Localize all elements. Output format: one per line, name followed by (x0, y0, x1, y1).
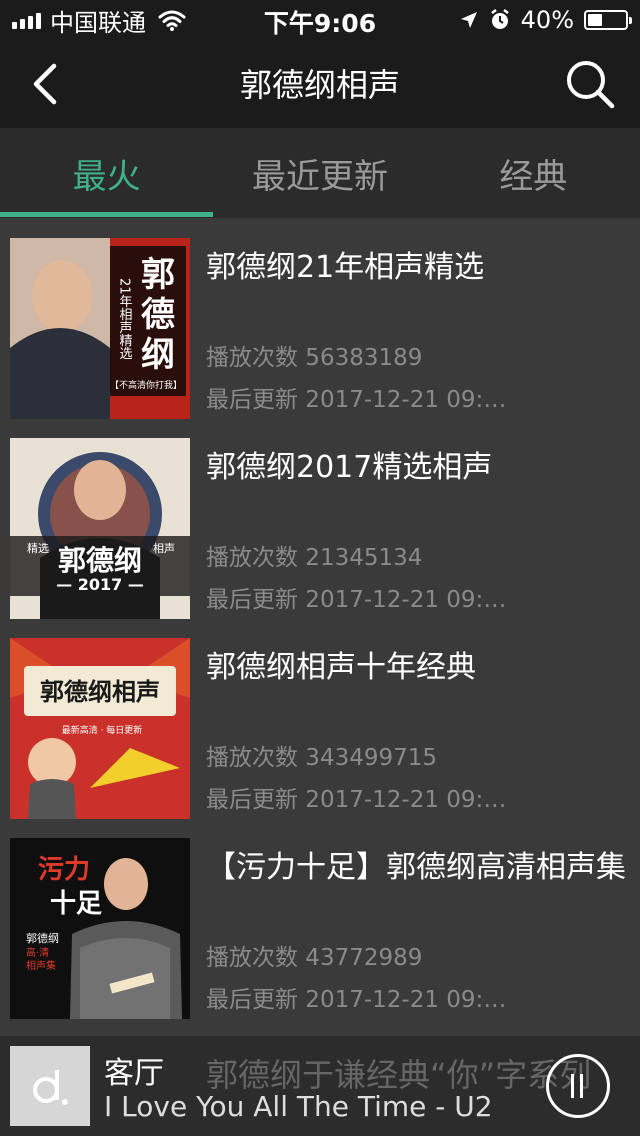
cover-side-left: 精选 (27, 542, 49, 555)
cover-caption: 【不高清你打我】 (110, 379, 182, 391)
status-bar: 中国联通 下午9:06 40% (0, 0, 640, 40)
cover-title-char-2: 德 (141, 295, 175, 335)
album-cover: 郭德纲 — 2017 — 精选 相声 (10, 438, 190, 619)
album-item[interactable]: 郭德纲 — 2017 — 精选 相声 郭德纲2017精选相声 播放次数 2134… (0, 418, 640, 619)
app-logo-icon (33, 1070, 68, 1105)
mini-player[interactable]: 郭德纲于谦经典“你”字系列 客厅 I Love You All The Time… (0, 1036, 640, 1136)
album-last-updated: 最后更新 2017-12-21 09:00:00 (206, 387, 516, 413)
album-title: 【污力十足】郭德纲高清相声集 (206, 850, 626, 885)
cover-subtitle-2: 相声集 (26, 959, 56, 972)
album-play-count: 播放次数 343499715 (206, 745, 438, 771)
location-arrow-icon (460, 12, 477, 28)
album-item[interactable]: 污力 十足 郭德纲 高·清 相声集 【污力十足】郭德纲高清相声集 播放次数 43… (0, 818, 640, 1019)
page-title: 郭德纲相声 (239, 66, 400, 104)
album-cover: 污力 十足 郭德纲 高·清 相声集 (10, 838, 190, 1019)
tab-hottest[interactable]: 最火 (0, 128, 213, 218)
tab-classic[interactable]: 经典 (427, 128, 640, 218)
cover-year: — 2017 — (56, 575, 144, 594)
album-title: 郭德纲21年相声精选 (206, 250, 485, 285)
player-room-label: 客厅 (104, 1056, 164, 1091)
album-last-updated: 最后更新 2017-12-21 09:00:00 (206, 787, 516, 813)
tab-bar: 最火 最近更新 经典 (0, 128, 640, 218)
cover-name: 郭德纲 (26, 931, 59, 945)
status-right: 40% (459, 4, 632, 36)
album-item[interactable]: 郭德纲相声 最新高清 · 每日更新 郭德纲相声十年经典 播放次数 3434997… (0, 618, 640, 819)
album-play-count: 播放次数 43772989 (206, 945, 423, 971)
player-cover (10, 1046, 90, 1126)
tab-active-indicator (0, 212, 213, 217)
cover-side-text: 21年相声精选 (117, 278, 133, 361)
battery-percent: 40% (520, 6, 574, 34)
album-list: 郭 德 纲 21年相声精选 【不高清你打我】 郭德纲21年相声精选 播放次数 5… (0, 218, 640, 1019)
album-play-count: 播放次数 56383189 (206, 345, 423, 371)
tab-recently-updated[interactable]: 最近更新 (213, 128, 426, 218)
cover-title: 郭德纲 (58, 544, 142, 577)
album-last-updated: 最后更新 2017-12-21 09:00:00 (206, 987, 516, 1013)
player-song-title: I Love You All The Time - U2 (104, 1090, 493, 1123)
cover-title-line-1: 污力 (38, 855, 90, 885)
cover-side-right: 相声 (153, 541, 175, 555)
cover-subtitle-1: 高·清 (26, 946, 49, 959)
album-title: 郭德纲2017精选相声 (206, 450, 493, 485)
album-play-count: 播放次数 21345134 (206, 545, 423, 571)
album-item[interactable]: 郭 德 纲 21年相声精选 【不高清你打我】 郭德纲21年相声精选 播放次数 5… (0, 218, 640, 419)
album-title: 郭德纲相声十年经典 (206, 650, 476, 685)
cover-title-line-2: 十足 (50, 889, 102, 919)
cover-subtitle: 最新高清 · 每日更新 (62, 724, 143, 736)
cover-title-char-3: 纲 (141, 335, 175, 375)
album-last-updated: 最后更新 2017-12-21 09:00:00 (206, 587, 516, 613)
album-cover: 郭德纲相声 最新高清 · 每日更新 (10, 638, 190, 819)
battery-icon (584, 10, 632, 30)
search-icon[interactable] (560, 54, 620, 114)
cover-title: 郭德纲相声 (40, 678, 160, 706)
cover-title-char-1: 郭 (141, 255, 175, 295)
pause-button[interactable] (546, 1054, 610, 1118)
album-cover: 郭 德 纲 21年相声精选 【不高清你打我】 (10, 238, 190, 419)
alarm-icon (490, 9, 509, 29)
nav-bar: 郭德纲相声 (0, 40, 640, 128)
